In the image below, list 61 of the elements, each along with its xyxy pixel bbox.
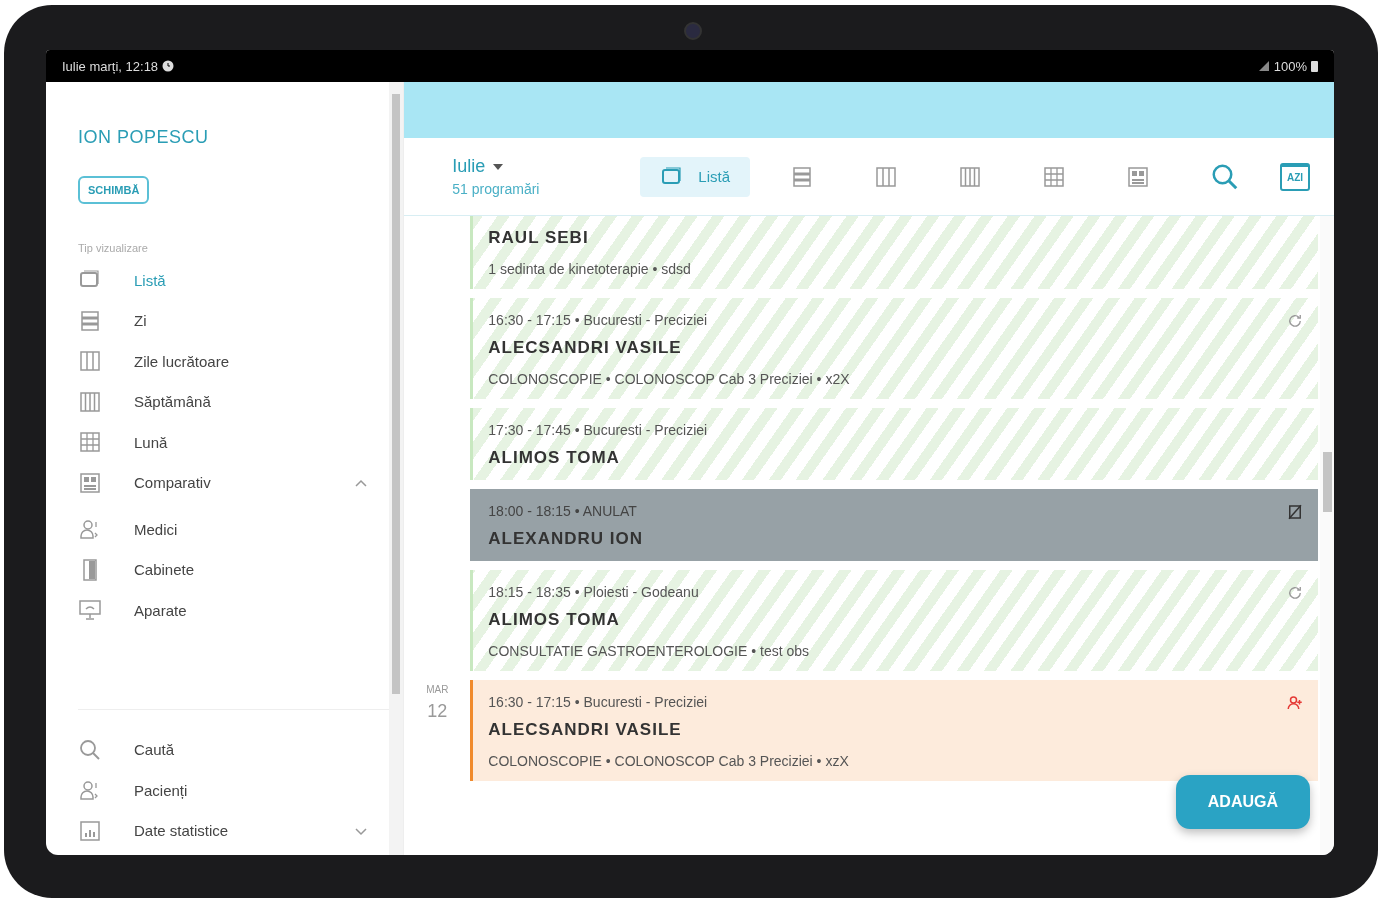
sidebar-item[interactable]: Săptămână: [78, 381, 390, 422]
day-view-icon: [790, 164, 814, 189]
monitor-icon: [78, 598, 102, 623]
sidebar-item[interactable]: Zi: [78, 300, 390, 341]
grid-icon: [1042, 164, 1066, 189]
scrollbar[interactable]: [1320, 216, 1334, 855]
sidebar-item[interactable]: Cabinete: [78, 549, 390, 590]
appointment-time: 18:15 - 18:35 • Ploiesti - Godeanu: [488, 584, 699, 600]
appointment-details: 1 sedinta de kinetoterapie • sdsd: [488, 260, 691, 277]
clock-icon: [162, 60, 175, 72]
sidebar-item[interactable]: Caută: [78, 729, 390, 770]
compare-grid-icon: [78, 470, 102, 495]
day-view-icon: [78, 308, 102, 333]
appointment-details: COLONOSCOPIE • COLONOSCOP Cab 3 Preciziei • xzX: [488, 752, 849, 769]
day-name: MAR: [426, 684, 449, 695]
bar-chart-icon: [78, 818, 102, 843]
day-number: 12: [427, 701, 448, 722]
signal-icon: [1257, 60, 1270, 72]
appointment-card[interactable]: 18:15 - 18:35 • Ploiesti - Godeanu ALIMOS TOMA CONSULTATIE GASTROENTEROLOGIE • test obs: [470, 570, 1318, 671]
appointment-details: CONSULTATIE GASTROENTEROLOGIE • test obs: [488, 642, 810, 659]
compare-grid-icon: [1126, 164, 1150, 189]
appointment-card[interactable]: 17:30 - 17:45 • Bucuresti - Preciziei ALIMOS TOMA: [470, 408, 1318, 480]
appointment-time: 16:30 - 17:15 • Bucuresti - Preciziei: [488, 694, 708, 710]
week-columns-icon: [958, 164, 982, 189]
sidebar-item[interactable]: Comparativ: [78, 462, 390, 503]
sidebar-item[interactable]: Zile lucrătoare: [78, 341, 390, 382]
columns-icon: [78, 349, 102, 374]
sidebar-item[interactable]: Aparate: [78, 590, 390, 631]
user-name: ION POPESCU: [78, 127, 210, 148]
grid-icon: [78, 430, 102, 455]
patient-name: ALECSANDRI VASILE: [488, 720, 682, 740]
appointment-card[interactable]: RAUL SEBI 1 sedinta de kinetoterapie • sdsd: [470, 216, 1318, 289]
appointment-count: 51 programări: [452, 181, 541, 197]
person-add-icon: [1286, 694, 1304, 712]
appointment-time: 16:30 - 17:15 • Bucuresti - Preciziei: [488, 312, 708, 328]
sidebar-item[interactable]: Pacienți: [78, 770, 390, 811]
caret-icon: [493, 163, 504, 170]
week-columns-icon: [78, 389, 102, 414]
patient-name: ALECSANDRI VASILE: [488, 338, 682, 358]
appointment-card[interactable]: 18:00 - 18:15 • ANULAT ALEXANDRU ION: [470, 489, 1318, 561]
section-label: Tip vizualizare: [78, 242, 149, 254]
battery-level: 100%: [1273, 58, 1307, 74]
search-icon: [78, 737, 102, 762]
patient-name: ALEXANDRU ION: [488, 529, 643, 549]
appointment-time: 17:30 - 17:45 • Bucuresti - Preciziei: [488, 422, 708, 438]
patient-name: ALIMOS TOMA: [488, 610, 620, 630]
appointment-details: COLONOSCOPIE • COLONOSCOP Cab 3 Preciziei • x2X: [488, 370, 850, 387]
status-time: Iulie marți, 12:18: [62, 58, 159, 74]
sidebar-item[interactable]: Medici: [78, 509, 390, 550]
columns-icon: [874, 164, 898, 189]
sidebar-item[interactable]: Lună: [78, 422, 390, 463]
scrollbar[interactable]: [389, 82, 404, 855]
appointment-card[interactable]: 16:30 - 17:15 • Bucuresti - Preciziei ALECSANDRI VASILE COLONOSCOPIE • COLONOSCOP Cab 3 Preciziei • x2X: [470, 298, 1318, 399]
edit-off-icon: [1286, 503, 1304, 521]
sidebar-item[interactable]: Date statistice: [78, 810, 390, 851]
appointment-time: 18:00 - 18:15 • ANULAT: [488, 503, 637, 519]
patient-name: RAUL SEBI: [488, 228, 589, 248]
camera-icon: [684, 22, 702, 40]
battery-icon: [1311, 60, 1318, 72]
appointment-card[interactable]: 16:30 - 17:15 • Bucuresti - Preciziei ALECSANDRI VASILE COLONOSCOPIE • COLONOSCOP Cab 3 Preciziei • xzX: [470, 680, 1318, 781]
patient-name: ALIMOS TOMA: [488, 448, 620, 468]
